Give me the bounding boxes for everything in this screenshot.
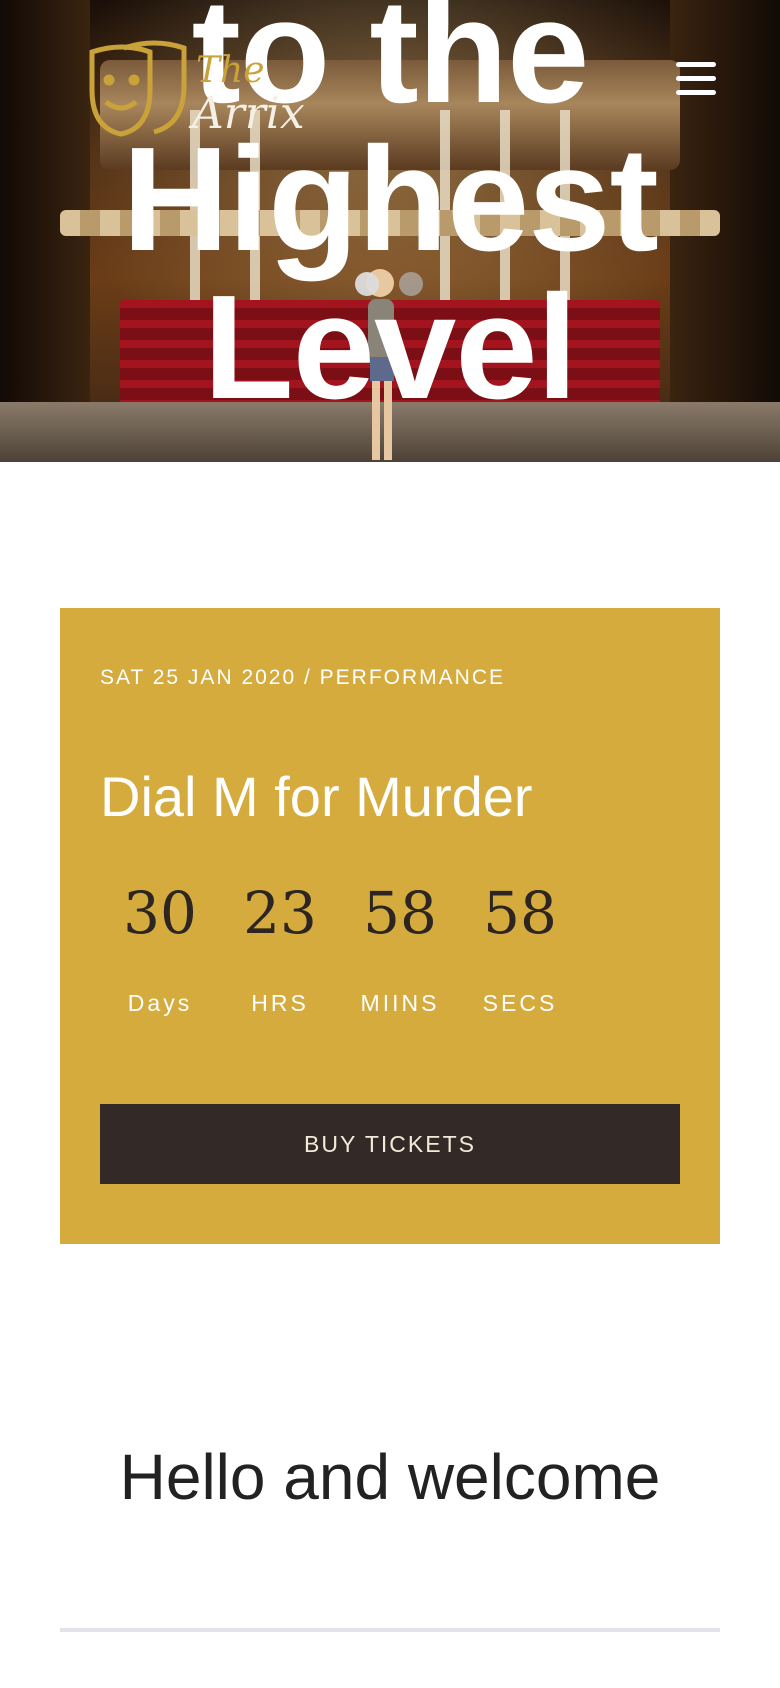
countdown-minutes: 58 MIINS [340, 878, 460, 1017]
countdown-seconds-label: SECS [482, 990, 558, 1016]
hamburger-icon [676, 62, 720, 95]
logo-word-bottom: Arrix [188, 88, 305, 139]
slider-dot-1[interactable] [355, 272, 379, 296]
countdown-hours-label: HRS [251, 990, 309, 1016]
countdown-seconds: 58 SECS [460, 878, 580, 1017]
event-date-category: SAT 25 JAN 2020 / PERFORMANCE [100, 666, 506, 689]
countdown-days-value: 30 [123, 879, 197, 947]
hero-banner: to the Highest Level The Arrix [0, 0, 780, 462]
countdown-seconds-value: 58 [483, 879, 557, 947]
countdown-days: 30 Days [100, 878, 220, 1017]
hero-heading-line: Highest [122, 117, 659, 282]
hero-heading-line: Level [203, 265, 577, 430]
slider-pagination [355, 272, 443, 296]
logo-word-top: The [196, 50, 265, 91]
menu-button[interactable] [676, 62, 720, 106]
section-divider [60, 1628, 720, 1632]
slider-dot-2[interactable] [399, 272, 423, 296]
event-card: SAT 25 JAN 2020 / PERFORMANCE Dial M for… [60, 608, 720, 1244]
theatre-masks-icon [89, 40, 187, 137]
countdown-minutes-label: MIINS [360, 990, 440, 1016]
site-logo[interactable]: The Arrix [84, 40, 314, 140]
countdown-days-label: Days [127, 990, 193, 1016]
countdown-timer: 30 Days 23 HRS 58 MIINS 58 SECS [100, 878, 580, 1038]
countdown-hours: 23 HRS [220, 878, 340, 1017]
welcome-heading: Hello and welcome [119, 1441, 661, 1513]
countdown-hours-value: 23 [243, 879, 317, 947]
countdown-minutes-value: 58 [363, 879, 437, 947]
event-title[interactable]: Dial M for Murder [100, 764, 533, 829]
buy-tickets-button[interactable]: BUY TICKETS [100, 1104, 680, 1184]
